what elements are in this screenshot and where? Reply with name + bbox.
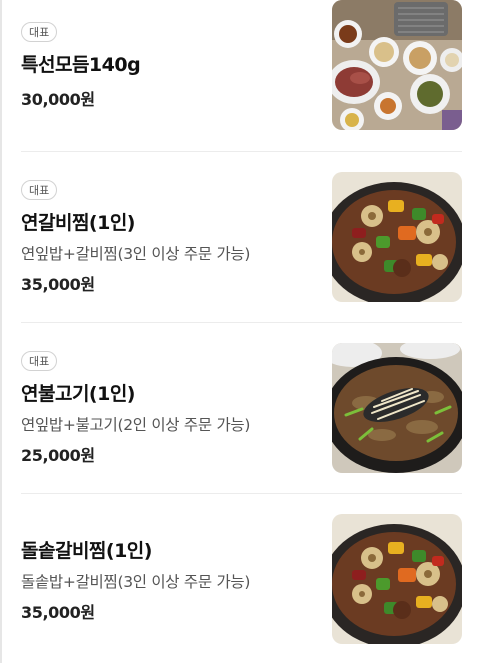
- menu-item-price: 35,000원: [21, 275, 95, 294]
- menu-item-description: 연잎밥+불고기(2인 이상 주문 가능): [21, 416, 251, 434]
- menu-item-price: 30,000원: [21, 90, 95, 109]
- galbi-jjim-photo[interactable]: [332, 172, 462, 302]
- menu-item-name[interactable]: 연갈비찜(1인): [21, 208, 136, 235]
- signature-badge: 대표: [21, 351, 58, 371]
- divider: [21, 493, 462, 494]
- menu-item-description: 연잎밥+갈비찜(3인 이상 주문 가능): [21, 245, 251, 263]
- divider: [21, 322, 462, 323]
- menu-item[interactable]: 대표 특선모듬140g 30,000원: [21, 0, 462, 130]
- bulgogi-photo[interactable]: [332, 343, 462, 473]
- menu-item[interactable]: 대표 연불고기(1인) 연잎밥+불고기(2인 이상 주문 가능) 25,000원: [21, 343, 462, 473]
- signature-badge: 대표: [21, 22, 58, 42]
- table-spread-photo[interactable]: [332, 0, 462, 130]
- divider: [21, 151, 462, 152]
- menu-item-name[interactable]: 돌솥갈비찜(1인): [21, 536, 152, 563]
- menu-item-price: 35,000원: [21, 603, 95, 622]
- menu-item-price: 25,000원: [21, 446, 95, 465]
- menu-item-name[interactable]: 특선모듬140g: [21, 50, 141, 77]
- left-border: [0, 0, 2, 663]
- menu-item-description: 돌솥밥+갈비찜(3인 이상 주문 가능): [21, 573, 251, 591]
- menu-item-name[interactable]: 연불고기(1인): [21, 379, 136, 406]
- signature-badge: 대표: [21, 180, 58, 200]
- galbi-jjim-photo[interactable]: [332, 514, 462, 644]
- menu-item[interactable]: 대표 연갈비찜(1인) 연잎밥+갈비찜(3인 이상 주문 가능) 35,000원: [21, 172, 462, 302]
- menu-item[interactable]: 돌솥갈비찜(1인) 돌솥밥+갈비찜(3인 이상 주문 가능) 35,000원: [21, 514, 462, 644]
